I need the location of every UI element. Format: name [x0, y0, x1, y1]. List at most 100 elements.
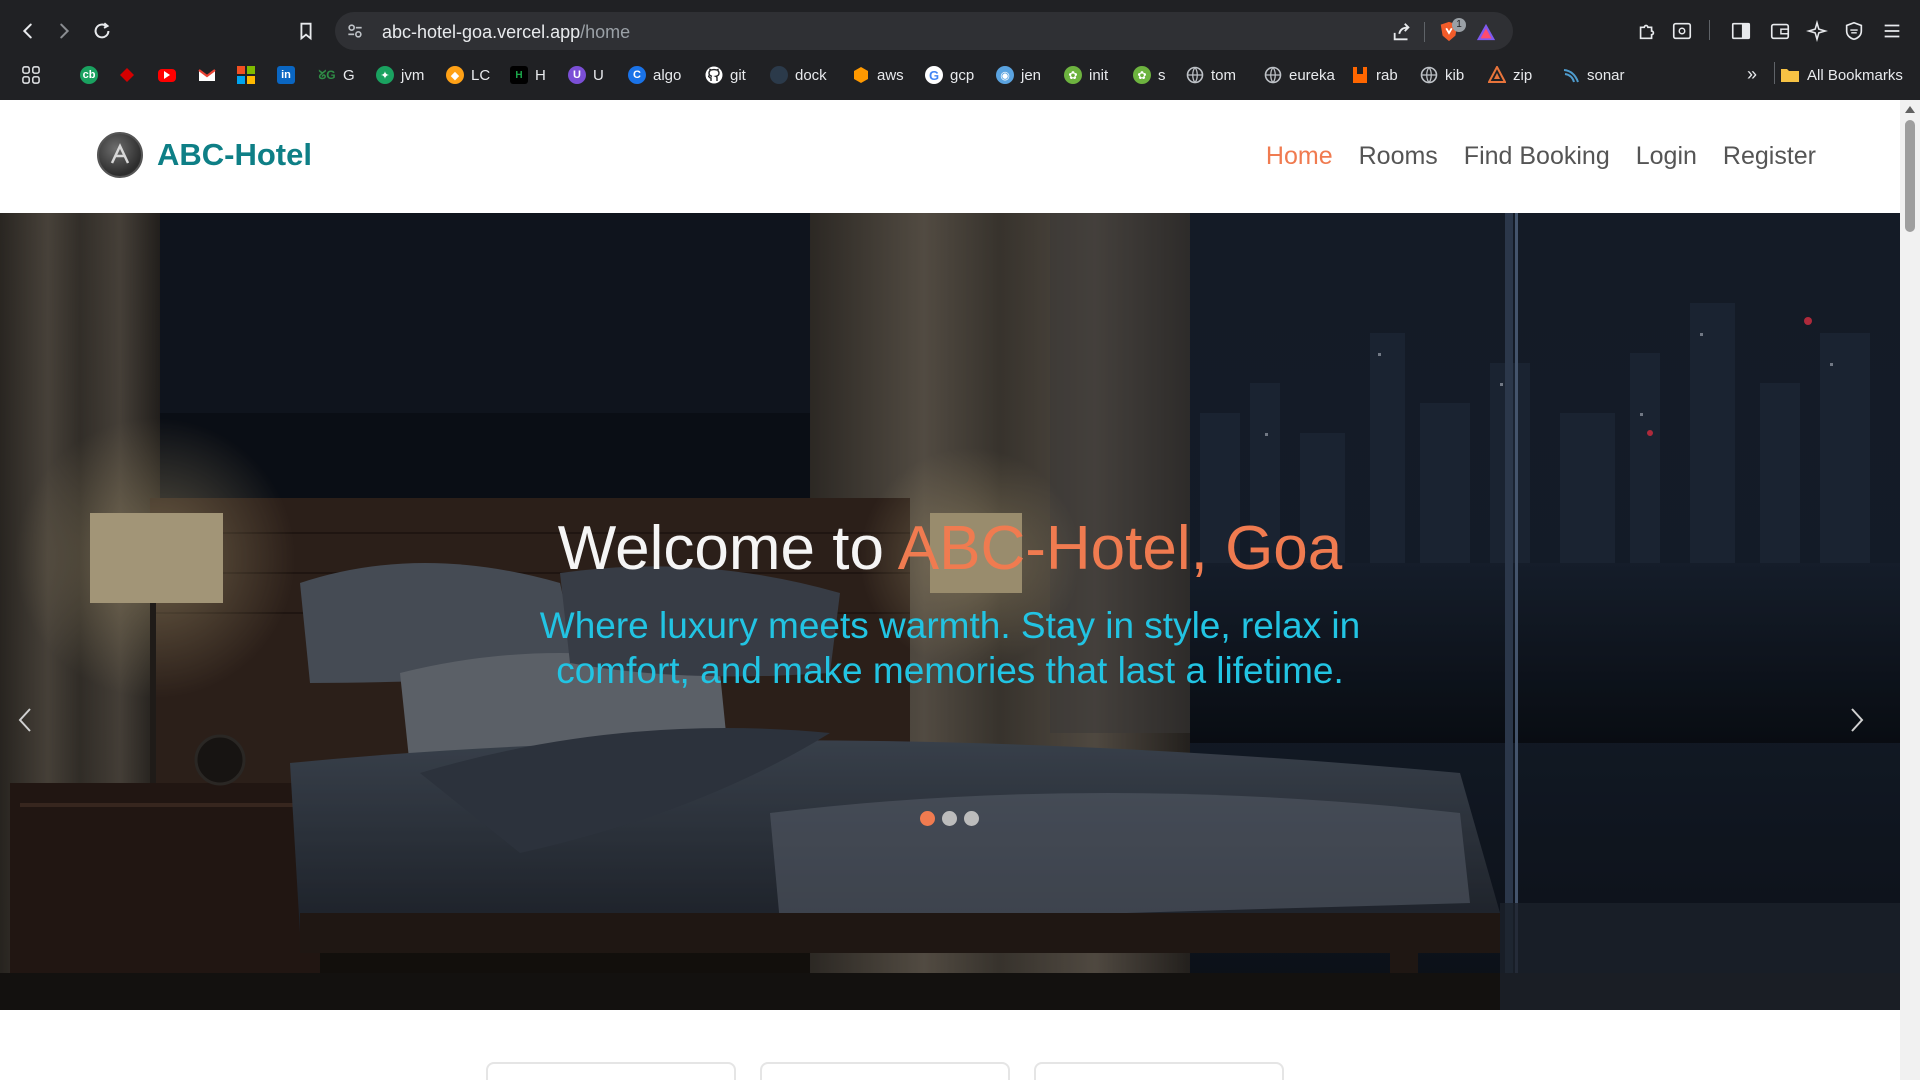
microsoft-icon	[237, 66, 255, 84]
feature-cards-peek	[0, 1062, 1900, 1080]
nav-find-booking[interactable]: Find Booking	[1464, 142, 1610, 171]
brave-rewards-icon[interactable]	[1472, 21, 1500, 43]
bookmark-page-button[interactable]	[290, 15, 322, 47]
bookmarks-bar: cb in ᘜG G ✦ jvm ◆ LC H H U U Calgo git dock aws Ggcp ◉ je…	[0, 60, 1920, 90]
bookmark-eureka[interactable]: eureka	[1264, 64, 1335, 86]
bookmark-label: eureka	[1289, 66, 1335, 84]
github-icon	[705, 66, 723, 84]
bookmark-s[interactable]: ✿ s	[1133, 64, 1166, 86]
zipkin-icon	[1488, 66, 1506, 84]
bookmark-label: git	[730, 66, 746, 84]
wallet-button[interactable]	[1766, 18, 1794, 44]
screenshot-search-button[interactable]	[1668, 18, 1696, 44]
leetcode-icon: ◆	[446, 66, 464, 84]
url-path: /home	[580, 22, 631, 42]
shield-icon	[1845, 21, 1863, 41]
hotel-logo-icon	[97, 132, 143, 178]
main-menu-button[interactable]	[1878, 18, 1906, 44]
all-bookmarks-button[interactable]: All Bookmarks	[1780, 64, 1903, 86]
bookmark-g[interactable]: ᘜG G	[318, 64, 354, 86]
bookmark-h[interactable]: HH	[510, 64, 546, 86]
hero-title: Welcome to ABC-Hotel, Goa	[0, 513, 1900, 584]
bookmark-jen[interactable]: ◉ jen	[996, 64, 1041, 86]
sparkle-icon	[1806, 20, 1828, 42]
kibana-icon	[1420, 66, 1438, 84]
bookmark-label: algo	[653, 66, 682, 84]
bookmarks-divider	[1774, 62, 1775, 84]
bookmarks-overflow-button[interactable]: »	[1747, 63, 1757, 85]
bookmark-git[interactable]: git	[705, 64, 746, 86]
vpn-button[interactable]	[1840, 18, 1868, 44]
gfg-icon: ᘜG	[318, 67, 336, 82]
bookmark-algo[interactable]: Calgo	[628, 64, 681, 86]
sidebar-toggle-button[interactable]	[1727, 18, 1755, 44]
main-nav: Home Rooms Find Booking Login Register	[1266, 142, 1816, 171]
hackerrank-icon: H	[510, 66, 528, 84]
bookmark-microsoft[interactable]	[237, 64, 255, 86]
address-bar[interactable]: abc-hotel-goa.vercel.app/home 1	[335, 12, 1513, 50]
reload-button[interactable]	[86, 15, 118, 47]
browser-toolbar: abc-hotel-goa.vercel.app/home 1	[0, 8, 1920, 54]
brand-name: ABC-Hotel	[157, 137, 312, 172]
puzzle-icon	[1639, 24, 1655, 40]
bookmark-u[interactable]: UU	[568, 64, 604, 86]
all-bookmarks-label: All Bookmarks	[1807, 66, 1903, 84]
site-navbar: ABC-Hotel Home Rooms Find Booking Login Regi…	[0, 100, 1900, 213]
leo-ai-button[interactable]	[1803, 18, 1831, 44]
jvm-icon: ✦	[376, 66, 394, 84]
brand-link[interactable]: ABC-Hotel	[97, 132, 312, 178]
bookmark-gcp[interactable]: Ggcp	[925, 64, 974, 86]
folder-icon	[1781, 69, 1799, 82]
bookmark-linkedin[interactable]: in	[277, 64, 295, 86]
nav-login[interactable]: Login	[1636, 142, 1697, 171]
sidebar-icon	[1731, 22, 1751, 40]
carousel-dot-2[interactable]	[942, 811, 957, 826]
bookmark-init[interactable]: ✿ init	[1064, 64, 1108, 86]
linkedin-icon: in	[277, 66, 295, 84]
globe-icon	[1264, 66, 1282, 84]
bookmark-dock[interactable]: dock	[770, 64, 827, 86]
bookmark-kib[interactable]: kib	[1420, 64, 1464, 86]
bookmark-tom[interactable]: tom	[1186, 64, 1236, 86]
carousel-dot-1[interactable]	[920, 811, 935, 826]
carousel-prev-button[interactable]	[10, 700, 40, 740]
nav-home[interactable]: Home	[1266, 142, 1333, 171]
page-scrollbar[interactable]	[1900, 100, 1920, 1080]
bookmark-diamond[interactable]	[118, 64, 136, 86]
bookmark-icon	[300, 22, 312, 41]
share-icon[interactable]	[1388, 21, 1416, 43]
scroll-up-icon[interactable]	[1905, 106, 1915, 113]
carousel-dot-3[interactable]	[964, 811, 979, 826]
bookmark-apps-grid[interactable]	[22, 64, 40, 86]
site-settings-icon[interactable]	[345, 21, 365, 46]
jenkins-icon: ◉	[996, 66, 1014, 84]
bookmark-zip[interactable]: zip	[1488, 64, 1532, 86]
bookmark-youtube[interactable]	[158, 64, 176, 86]
carousel-indicators	[920, 811, 979, 826]
feature-card	[1034, 1062, 1284, 1080]
bookmark-sonar[interactable]: sonar	[1562, 64, 1625, 86]
nav-register[interactable]: Register	[1723, 142, 1816, 171]
bookmark-cb[interactable]: cb	[80, 64, 98, 86]
bookmark-gmail[interactable]	[198, 64, 216, 86]
bookmark-lc[interactable]: ◆ LC	[446, 64, 490, 86]
forward-button[interactable]	[48, 15, 80, 47]
url-host: abc-hotel-goa.vercel.app	[382, 22, 581, 42]
carousel-next-button[interactable]	[1842, 700, 1872, 740]
bookmark-label: tom	[1211, 66, 1237, 84]
hero-title-accent: ABC-Hotel, Goa	[897, 514, 1343, 583]
bookmark-jvm[interactable]: ✦ jvm	[376, 64, 424, 86]
bookmark-aws[interactable]: aws	[852, 64, 904, 86]
toolbar-divider	[1709, 20, 1710, 40]
bookmark-rab[interactable]: rab	[1351, 64, 1398, 86]
forward-arrow-icon	[60, 23, 70, 39]
aws-icon	[852, 66, 870, 84]
url-text[interactable]: abc-hotel-goa.vercel.app/home	[382, 22, 630, 43]
nav-rooms[interactable]: Rooms	[1359, 142, 1438, 171]
hero-carousel: Welcome to ABC-Hotel, Goa Where luxury m…	[0, 213, 1900, 1010]
bookmark-label: gcp	[950, 66, 975, 84]
omnibox-divider	[1424, 22, 1425, 42]
back-button[interactable]	[12, 15, 44, 47]
scrollbar-thumb[interactable]	[1905, 120, 1915, 232]
extensions-button[interactable]	[1633, 18, 1661, 44]
